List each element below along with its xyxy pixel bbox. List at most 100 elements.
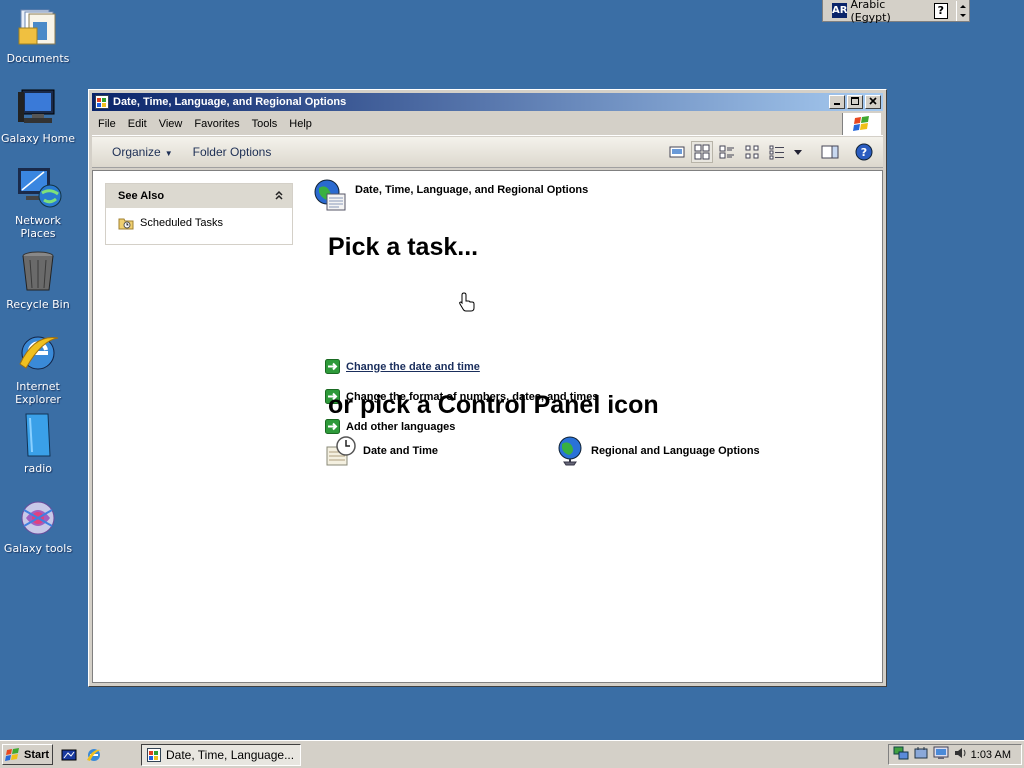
date-time-icon — [326, 436, 356, 466]
chevron-up-icon[interactable] — [274, 189, 284, 204]
menu-favorites[interactable]: Favorites — [188, 118, 245, 130]
tray-volume-icon[interactable] — [953, 745, 969, 764]
menu-edit[interactable]: Edit — [122, 118, 153, 130]
radio-icon — [25, 413, 51, 457]
chevron-down-icon — [794, 150, 802, 155]
taskbar-window-button[interactable]: Date, Time, Language... — [141, 744, 301, 766]
view-filmstrip-button[interactable] — [666, 141, 688, 163]
start-label: Start — [24, 748, 50, 761]
see-also-heading: See Also — [118, 190, 165, 202]
organize-button[interactable]: Organize ▼ — [102, 145, 183, 159]
computer-icon — [18, 89, 55, 123]
language-name[interactable]: Arabic (Egypt) — [850, 0, 919, 24]
network-icon — [893, 746, 909, 760]
internet-explorer-icon — [19, 336, 59, 370]
desktop-icon-galaxy-tools[interactable]: Galaxy tools — [0, 498, 76, 555]
desktop-icon-label: Galaxy Home — [0, 132, 76, 145]
category-title: Date, Time, Language, and Regional Optio… — [355, 184, 589, 196]
desktop-icon-network-places[interactable]: Network Places — [0, 166, 76, 240]
language-bar[interactable]: AR Arabic (Egypt) ? — [822, 0, 970, 24]
tray-monitor-icon[interactable] — [933, 745, 949, 764]
tray-safely-remove-icon[interactable] — [913, 745, 929, 764]
see-also-item-label: Scheduled Tasks — [140, 217, 223, 229]
view-menu-dropdown[interactable] — [791, 141, 805, 163]
hardware-icon — [914, 747, 928, 759]
recycle-bin-icon — [22, 251, 54, 291]
desktop-icon-internet-explorer[interactable]: Internet Explorer — [0, 330, 76, 406]
desktop-icon-label: Internet Explorer — [15, 380, 61, 406]
documents-icon — [18, 9, 56, 45]
help-button[interactable]: ? — [853, 141, 875, 163]
tray-network-icon[interactable] — [893, 745, 909, 764]
cp-icon-regional-language[interactable]: Regional and Language Options — [555, 435, 760, 467]
icons-view-icon — [745, 145, 759, 159]
windows-flag-icon — [5, 747, 19, 761]
preview-pane-button[interactable] — [819, 141, 841, 163]
green-arrow-icon — [325, 359, 340, 374]
organize-label: Organize — [112, 145, 161, 159]
quicklaunch-internet-explorer[interactable] — [86, 747, 102, 766]
desktop-icon-label: Documents — [6, 52, 70, 65]
task-label[interactable]: Change the date and time — [346, 361, 480, 373]
minimize-icon — [834, 103, 840, 105]
task-add-languages[interactable]: Add other languages — [325, 419, 455, 434]
pick-icon-heading: or pick a Control Panel icon — [328, 391, 659, 419]
maximize-icon — [851, 97, 859, 105]
help-icon[interactable]: ? — [933, 2, 948, 19]
internet-explorer-icon — [87, 749, 101, 761]
list-view-icon — [769, 145, 784, 160]
taskbar: Start Date, Time, Language... 1:03 AM — [0, 740, 1024, 768]
cp-icon-date-and-time[interactable]: Date and Time — [325, 435, 438, 467]
content-area: See Also Scheduled Tasks Date, Time, Lan… — [92, 170, 883, 683]
thumbnails-view-icon — [694, 144, 710, 160]
close-icon — [869, 97, 877, 105]
desktop-icon-label: Recycle Bin — [6, 298, 70, 311]
task-change-date-time[interactable]: Change the date and time — [325, 359, 480, 374]
category-header: Date, Time, Language, and Regional Optio… — [313, 178, 588, 212]
volume-icon — [955, 748, 966, 758]
control-panel-window: Date, Time, Language, and Regional Optio… — [88, 89, 887, 687]
menu-view[interactable]: View — [153, 118, 189, 130]
desktop-icon-label: Network Places — [15, 214, 61, 240]
desktop-icon-label: Galaxy tools — [3, 542, 73, 555]
show-desktop-icon — [61, 749, 77, 761]
task-label[interactable]: Add other languages — [346, 421, 455, 433]
window-title: Date, Time, Language, and Regional Optio… — [113, 96, 347, 108]
hand-cursor-icon — [459, 292, 475, 312]
monitor-icon — [933, 746, 949, 759]
menu-tools[interactable]: Tools — [246, 118, 284, 130]
see-also-header[interactable]: See Also — [106, 184, 292, 208]
system-tray: 1:03 AM — [888, 744, 1022, 765]
taskbar-clock[interactable]: 1:03 AM — [971, 749, 1011, 761]
view-icons-button[interactable] — [741, 141, 763, 163]
start-button[interactable]: Start — [2, 744, 53, 765]
view-list-button[interactable] — [766, 141, 788, 163]
close-button[interactable] — [865, 95, 881, 109]
desktop-icon-galaxy-home[interactable]: Galaxy Home — [0, 88, 76, 145]
desktop-icon-radio[interactable]: radio — [0, 412, 76, 475]
folder-options-button[interactable]: Folder Options — [183, 145, 282, 159]
network-places-icon — [18, 168, 62, 208]
quicklaunch-show-desktop[interactable] — [61, 747, 77, 766]
desktop-icon-documents[interactable]: Documents — [0, 8, 76, 65]
date-time-language-icon — [314, 179, 346, 211]
green-arrow-icon — [325, 419, 340, 434]
desktop-icon-recycle-bin[interactable]: Recycle Bin — [0, 250, 76, 311]
see-also-scheduled-tasks[interactable]: Scheduled Tasks — [106, 208, 292, 230]
tiles-view-icon — [719, 145, 734, 159]
language-code-badge[interactable]: AR — [832, 3, 848, 18]
menu-file[interactable]: File — [92, 118, 122, 130]
galaxy-tools-icon — [21, 501, 55, 535]
pick-task-heading: Pick a task... — [328, 233, 479, 261]
view-thumbnails-button[interactable] — [691, 141, 713, 163]
chevron-down-icon: ▼ — [164, 149, 173, 158]
minimize-button[interactable] — [829, 95, 845, 109]
view-tiles-button[interactable] — [716, 141, 738, 163]
title-bar[interactable]: Date, Time, Language, and Regional Optio… — [92, 93, 883, 111]
maximize-button[interactable] — [847, 95, 863, 109]
control-panel-icon — [147, 748, 161, 762]
help-icon: ? — [855, 143, 873, 161]
collapse-chevron-icon — [275, 190, 283, 200]
menu-help[interactable]: Help — [283, 118, 318, 130]
language-bar-options-button[interactable] — [956, 0, 969, 21]
